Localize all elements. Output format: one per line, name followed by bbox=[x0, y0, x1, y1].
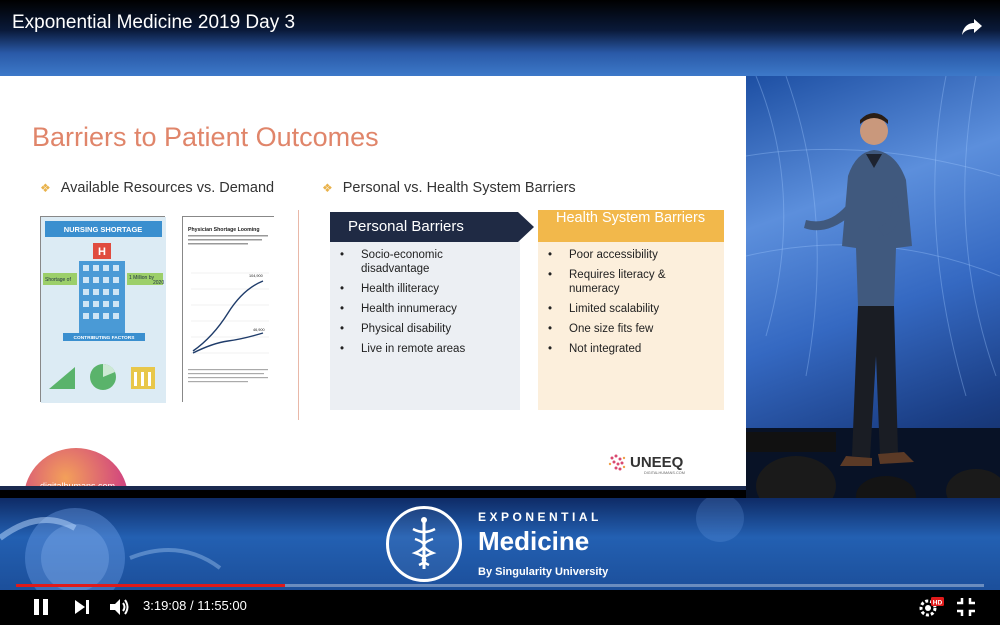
nursing-line3: 2020 bbox=[153, 280, 164, 286]
left-heading-text: Available Resources vs. Demand bbox=[60, 180, 275, 196]
uneeq-logo: UNEEQ DIGITALHUMANS.COM bbox=[606, 450, 724, 476]
health-system-barriers-panel: Poor accessibility Requires literacy & n… bbox=[538, 236, 724, 410]
slide-footer-bar bbox=[0, 486, 746, 490]
time-total: 11:55:00 bbox=[197, 598, 247, 613]
list-item: Physical disability bbox=[340, 322, 510, 336]
exponential-medicine-logo bbox=[386, 506, 462, 582]
nursing-line1: Shortage of bbox=[45, 277, 71, 283]
list-item: Health innumeracy bbox=[340, 302, 510, 316]
health-system-barriers-header: Health System Barriers bbox=[538, 210, 724, 242]
right-column-heading: ❖ Personal vs. Health System Barriers bbox=[322, 180, 576, 196]
slide-title: Barriers to Patient Outcomes bbox=[32, 122, 379, 152]
physician-value-low: 46,900 bbox=[253, 328, 265, 332]
list-item: Not integrated bbox=[548, 342, 718, 356]
time-separator: / bbox=[186, 598, 198, 613]
progress-bar[interactable] bbox=[16, 584, 984, 587]
progress-fill bbox=[16, 584, 286, 587]
health-barriers-list: Poor accessibility Requires literacy & n… bbox=[548, 248, 718, 362]
banner-byline: By Singularity University bbox=[478, 566, 609, 578]
left-column-heading: ❖ Available Resources vs. Demand bbox=[40, 180, 274, 196]
nursing-title: NURSING SHORTAGE bbox=[64, 225, 143, 234]
right-heading-text: Personal vs. Health System Barriers bbox=[342, 180, 576, 196]
hd-badge: HD bbox=[933, 599, 943, 606]
speaker-camera-view bbox=[746, 76, 1000, 498]
pause-icon[interactable] bbox=[32, 598, 50, 616]
personal-barriers-list: Socio-economic disadvantage Health illit… bbox=[340, 248, 510, 362]
next-icon[interactable] bbox=[74, 599, 90, 615]
column-divider bbox=[298, 210, 299, 420]
list-item: Live in remote areas bbox=[340, 342, 510, 356]
settings-gear-icon[interactable]: HD bbox=[918, 596, 944, 618]
list-item: Health illiteracy bbox=[340, 282, 510, 296]
uneeq-wordmark: UNEEQ bbox=[630, 454, 684, 471]
banner-medicine: Medicine bbox=[478, 526, 590, 556]
time-display: 3:19:08 / 11:55:00 bbox=[143, 598, 247, 613]
banner-exponential: EXPONENTIAL bbox=[478, 510, 602, 524]
personal-barriers-panel: Socio-economic disadvantage Health illit… bbox=[330, 236, 520, 410]
diamond-bullet-icon: ❖ bbox=[40, 181, 51, 195]
list-item: Limited scalability bbox=[548, 302, 718, 316]
video-title[interactable]: Exponential Medicine 2019 Day 3 bbox=[12, 12, 295, 34]
list-item: Socio-economic disadvantage bbox=[340, 248, 510, 276]
nursing-line2: 1 Million by bbox=[129, 275, 155, 281]
time-current: 3:19:08 bbox=[143, 598, 187, 613]
share-icon[interactable] bbox=[960, 14, 984, 38]
list-item: One size fits few bbox=[548, 322, 718, 336]
nursing-shortage-infographic: NURSING SHORTAGE H Shortage of 1 Million… bbox=[40, 216, 166, 403]
player-controls: 3:19:08 / 11:55:00 HD bbox=[0, 590, 1000, 625]
physician-value-high: 104,900 bbox=[249, 274, 263, 278]
video-title-bar: Exponential Medicine 2019 Day 3 bbox=[0, 0, 1000, 76]
list-item: Poor accessibility bbox=[548, 248, 718, 262]
list-item: Requires literacy & numeracy bbox=[548, 268, 718, 296]
nursing-contrib: CONTRIBUTING FACTORS bbox=[74, 335, 136, 341]
svg-text:H: H bbox=[98, 246, 106, 258]
uneeq-subtitle: DIGITALHUMANS.COM bbox=[644, 471, 685, 475]
exit-fullscreen-icon[interactable] bbox=[956, 597, 976, 617]
physician-shortage-chart: Physician Shortage Looming 104,900 46,90… bbox=[182, 216, 275, 403]
personal-barriers-header: Personal Barriers bbox=[330, 212, 534, 242]
speaker-figure bbox=[804, 113, 914, 466]
volume-icon[interactable] bbox=[108, 596, 130, 618]
diamond-bullet-icon: ❖ bbox=[322, 181, 333, 195]
presentation-slide: Barriers to Patient Outcomes ❖ Available … bbox=[0, 76, 746, 490]
physician-title: Physician Shortage Looming bbox=[188, 227, 259, 233]
